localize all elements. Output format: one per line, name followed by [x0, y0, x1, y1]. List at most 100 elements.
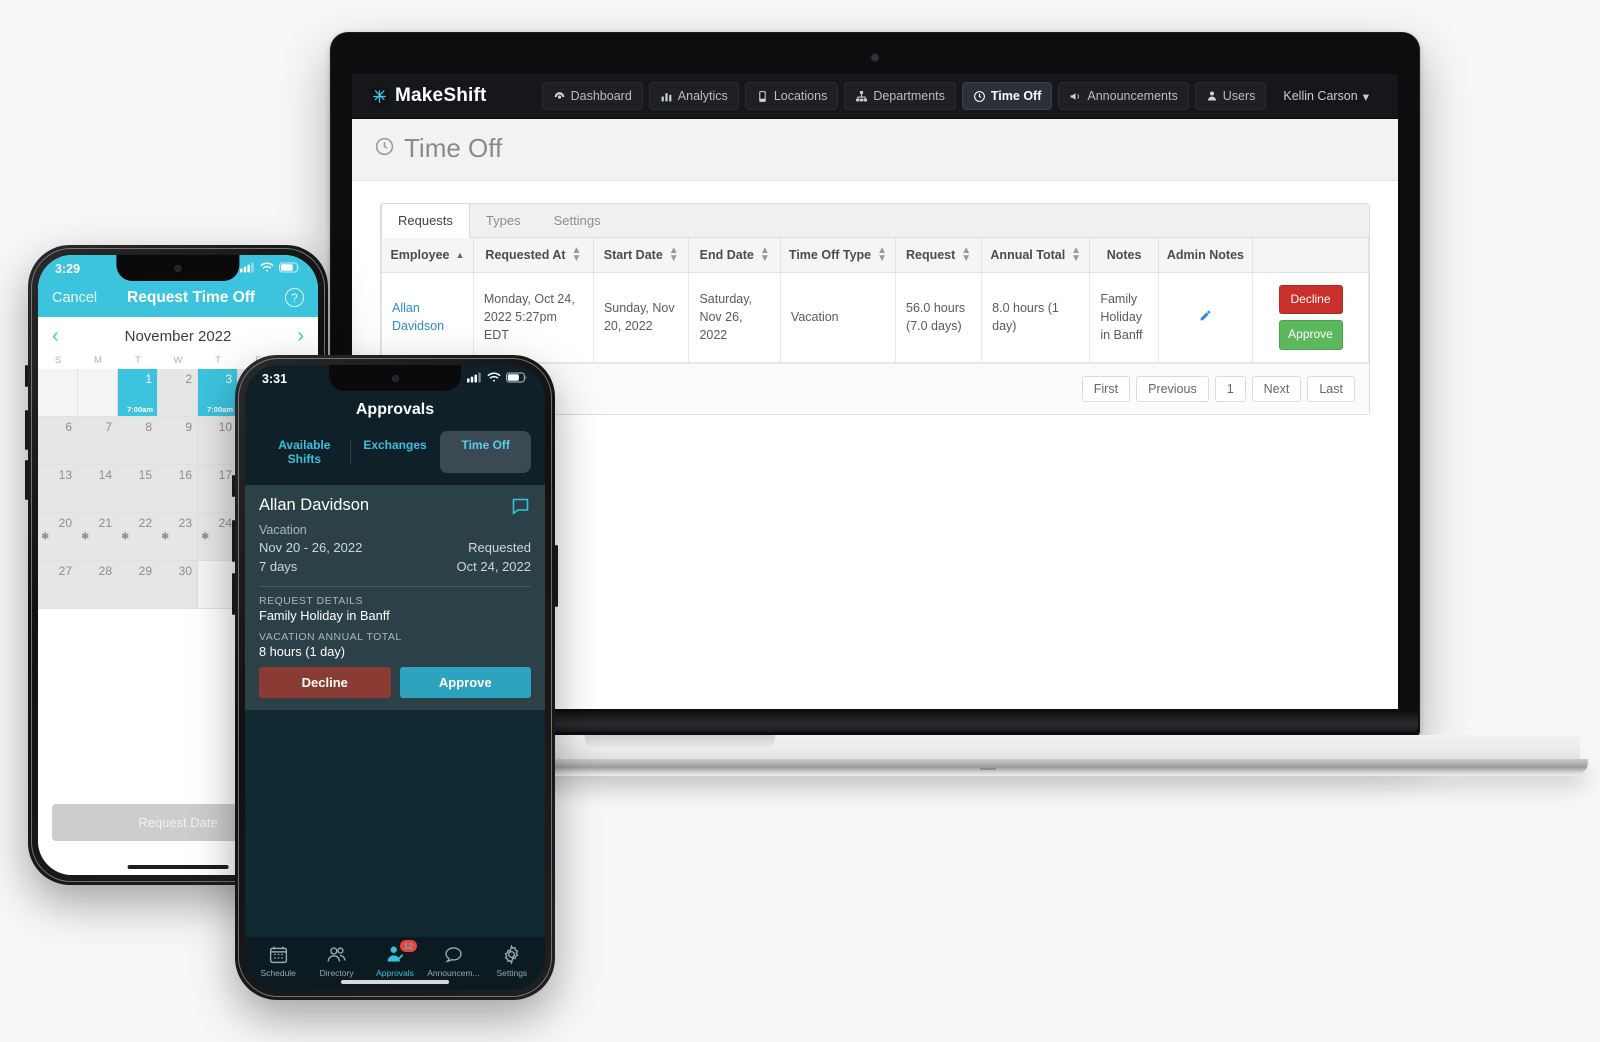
phone-screen: 3:31 Approvals Available Shifts Exchange… [245, 365, 545, 990]
approve-button[interactable]: Approve [1278, 320, 1343, 350]
calendar-day-cell[interactable]: 29 [118, 561, 158, 609]
calendar-day-cell[interactable]: ✱ 20 [38, 513, 78, 561]
tab-time-off[interactable]: Time Off [440, 431, 531, 473]
nav-item-announcements[interactable]: Announcements [1058, 82, 1189, 110]
tab-exchanges[interactable]: Exchanges [349, 431, 441, 473]
calendar-day-cell[interactable]: ✱ 21 [78, 513, 118, 561]
calendar-day-cell[interactable]: 9 [158, 417, 198, 465]
calendar-cell-empty [78, 369, 118, 417]
calendar-day-number: 20 [58, 516, 72, 530]
col-requested-at[interactable]: Requested At ▲ ▼ [472, 238, 594, 273]
calendar-day-cell[interactable]: 28 [78, 561, 118, 609]
pencil-icon[interactable] [1199, 307, 1212, 327]
page-title: Time Off [404, 133, 503, 163]
calendar-day-number: 9 [185, 420, 192, 434]
employee-link[interactable]: Allan Davidson [392, 301, 444, 333]
approve-button[interactable]: Approve [399, 666, 531, 698]
calendar-day-cell[interactable]: 6 [38, 417, 78, 465]
nav-item-analytics[interactable]: Analytics [648, 82, 739, 110]
gear-icon [501, 944, 522, 965]
brand-logo[interactable]: MakeShift [370, 85, 487, 107]
tab-approvals[interactable]: 12 Approvals [366, 940, 424, 978]
tab-available-shifts[interactable]: Available Shifts [259, 431, 350, 473]
tab-directory[interactable]: Directory [307, 944, 365, 978]
empty-list-space [245, 709, 545, 937]
cancel-button[interactable]: Cancel [52, 290, 97, 306]
status-time: 3:29 [55, 261, 81, 276]
asterisk-icon: ✱ [81, 531, 90, 542]
phone-notch [116, 255, 240, 281]
calendar-day-cell[interactable]: 16 [158, 465, 198, 513]
col-label: Notes [1106, 248, 1142, 262]
calendar-day-cell[interactable]: 15 [118, 465, 158, 513]
pagination-next[interactable]: Next [1251, 375, 1302, 402]
col-time-off-type[interactable]: Time Off Type ▲ ▼ [779, 238, 897, 273]
calendar-day-cell[interactable]: 7 [78, 417, 118, 465]
modal-nav-bar: Cancel Request Time Off ? [38, 282, 318, 317]
calendar-day-cell[interactable]: 27 [38, 561, 78, 609]
col-end-date[interactable]: End Date ▲ ▼ [688, 238, 781, 273]
pagination-last[interactable]: Last [1307, 375, 1355, 402]
pagination-page-1[interactable]: 1 [1214, 375, 1246, 402]
nav-item-time-off[interactable]: Time Off [961, 82, 1053, 110]
calendar-day-cell[interactable]: 14 [78, 465, 118, 513]
nav-item-label: Announcements [1087, 89, 1178, 103]
card-header: Allan Davidson [259, 496, 531, 522]
tab-announcements[interactable]: Announcem... [424, 944, 482, 978]
calendar-day-cell[interactable]: ✱ 22 [118, 513, 158, 561]
calendar-day-cell[interactable]: 1 7:00am [118, 369, 158, 417]
nav-item-dashboard[interactable]: Dashboard [541, 82, 643, 110]
nav-item-label: Time Off [990, 89, 1042, 103]
tab-label: Settings [496, 968, 528, 978]
question-circle-icon[interactable]: ? [285, 288, 304, 307]
calendar-day-cell[interactable]: 8 [118, 417, 158, 465]
cell-actions: Decline Approve [1252, 272, 1369, 363]
calendar-day-number: 10 [218, 420, 232, 434]
nav-item-label: Dashboard [570, 89, 632, 103]
chat-bubble-icon[interactable] [510, 496, 531, 522]
calendar-day-cell[interactable]: 13 [38, 465, 78, 513]
chevron-left-icon[interactable]: ‹ [52, 326, 59, 346]
nav-item-locations[interactable]: Locations [744, 82, 839, 110]
phone-power-button[interactable] [555, 545, 558, 607]
col-employee[interactable]: Employee ▲ [381, 238, 474, 273]
cell-admin-notes[interactable] [1157, 272, 1254, 363]
calendar-day-number: 30 [178, 564, 192, 578]
col-label: Request [905, 248, 956, 262]
nav-item-label: Locations [773, 89, 828, 103]
tab-types[interactable]: Types [470, 204, 538, 237]
tab-requests[interactable]: Requests [381, 204, 470, 238]
chevron-right-icon[interactable]: › [297, 326, 304, 346]
tab-schedule[interactable]: Schedule [249, 944, 307, 978]
account-menu[interactable]: Kellin Carson ▾ [1272, 82, 1380, 111]
col-annual-total[interactable]: Annual Total ▲ ▼ [981, 238, 1091, 273]
decline-button[interactable]: Decline [259, 666, 391, 698]
pagination-previous[interactable]: Previous [1136, 375, 1209, 402]
pagination-first[interactable]: First [1081, 375, 1131, 402]
card-date-range-block: Nov 20 - 26, 2022 7 days [259, 539, 362, 577]
page-header: Time Off [352, 119, 1398, 181]
calendar-day-cell[interactable]: 3 7:00am [198, 369, 238, 417]
col-request[interactable]: Request ▲ ▼ [895, 238, 983, 273]
laptop-camera-icon [871, 54, 879, 61]
front-camera-icon [174, 264, 182, 272]
nav-item-users[interactable]: Users [1194, 82, 1267, 110]
calendar-day-number: 2 [185, 372, 192, 386]
tab-settings[interactable]: Settings [483, 944, 541, 978]
decline-button[interactable]: Decline [1278, 285, 1343, 315]
col-label: Annual Total [990, 248, 1066, 262]
calendar-day-number: 29 [138, 564, 152, 578]
sort-both-icon: ▲ ▼ [1071, 245, 1082, 264]
battery-icon [506, 372, 528, 386]
calendar-day-cell[interactable]: 2 [158, 369, 198, 417]
calendar-day-cell[interactable]: 30 [158, 561, 198, 609]
calendar-day-cell[interactable]: ✱ 23 [158, 513, 198, 561]
col-start-date[interactable]: Start Date ▲ ▼ [592, 238, 690, 273]
tab-label: Approvals [376, 968, 414, 978]
sort-asc-icon: ▲ [455, 250, 465, 260]
time-off-request-card[interactable]: Allan Davidson Vacation Nov 20 - 26, 202… [245, 485, 545, 710]
nav-item-departments[interactable]: Departments [844, 82, 956, 110]
annual-total-label: VACATION ANNUAL TOTAL [259, 630, 402, 643]
calendar-day-cell[interactable]: 10 [198, 417, 238, 465]
tab-settings[interactable]: Settings [538, 204, 618, 237]
